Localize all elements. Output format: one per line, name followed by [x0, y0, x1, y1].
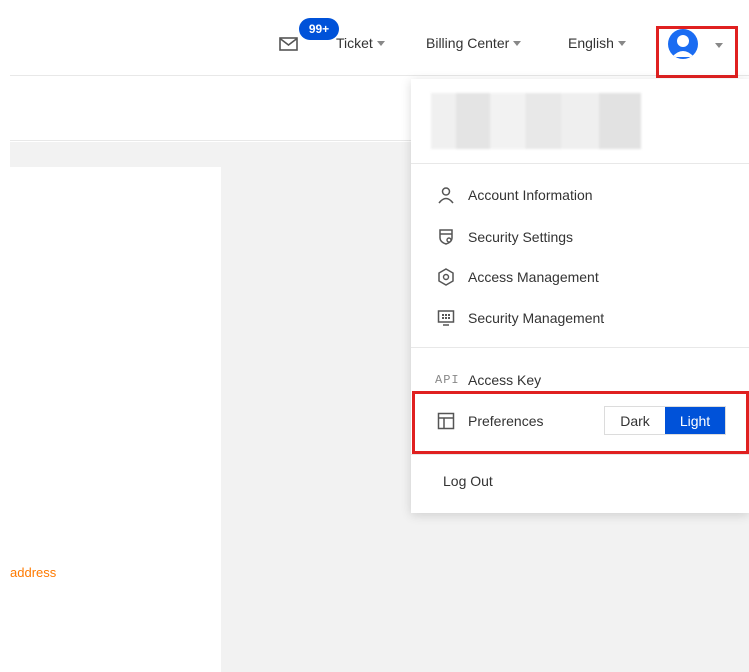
- avatar-highlight: [656, 26, 738, 78]
- nav-language[interactable]: English: [568, 35, 626, 51]
- divider: [411, 454, 749, 455]
- menu-item-label: Security Management: [468, 310, 605, 326]
- mail-icon[interactable]: [279, 37, 298, 51]
- nav-billing-label: Billing Center: [426, 35, 510, 51]
- notification-badge: 99+: [299, 18, 339, 40]
- content-card: address: [10, 167, 221, 672]
- avatar[interactable]: [668, 29, 698, 59]
- shield-icon: [435, 227, 456, 248]
- menu-item-access-key[interactable]: API Access Key: [435, 369, 541, 391]
- divider: [411, 347, 749, 348]
- menu-item-label: Access Management: [468, 269, 599, 285]
- user-icon: [435, 185, 456, 206]
- nav-language-label: English: [568, 35, 614, 51]
- avatar-chevron-down-icon[interactable]: [715, 43, 723, 48]
- access-icon: [435, 267, 456, 288]
- nav-billing-center[interactable]: Billing Center: [426, 35, 522, 51]
- blurred-username: [431, 93, 641, 149]
- theme-dark-button[interactable]: Dark: [605, 407, 665, 434]
- user-avatar-icon: [672, 35, 694, 57]
- menu-item-security-management[interactable]: Security Management: [435, 307, 604, 329]
- monitor-icon: [435, 308, 456, 329]
- menu-item-access-management[interactable]: Access Management: [435, 266, 599, 288]
- menu-item-label: Account Information: [468, 187, 593, 203]
- chevron-down-icon: [617, 41, 626, 46]
- divider: [411, 163, 749, 164]
- theme-toggle[interactable]: Dark Light: [604, 406, 726, 435]
- chevron-down-icon: [376, 41, 385, 46]
- theme-light-button[interactable]: Light: [665, 407, 725, 434]
- menu-item-label: Security Settings: [468, 229, 574, 245]
- logout-button[interactable]: Log Out: [443, 473, 493, 489]
- nav-ticket-label: Ticket: [336, 35, 373, 51]
- api-icon: API: [435, 373, 460, 387]
- chevron-down-icon: [513, 41, 522, 46]
- menu-item-account-information[interactable]: Account Information: [435, 184, 593, 206]
- nav-ticket[interactable]: Ticket: [336, 35, 385, 51]
- card-address-text: address: [10, 565, 57, 580]
- menu-item-security-settings[interactable]: Security Settings: [435, 226, 573, 248]
- menu-item-label: Access Key: [468, 372, 542, 388]
